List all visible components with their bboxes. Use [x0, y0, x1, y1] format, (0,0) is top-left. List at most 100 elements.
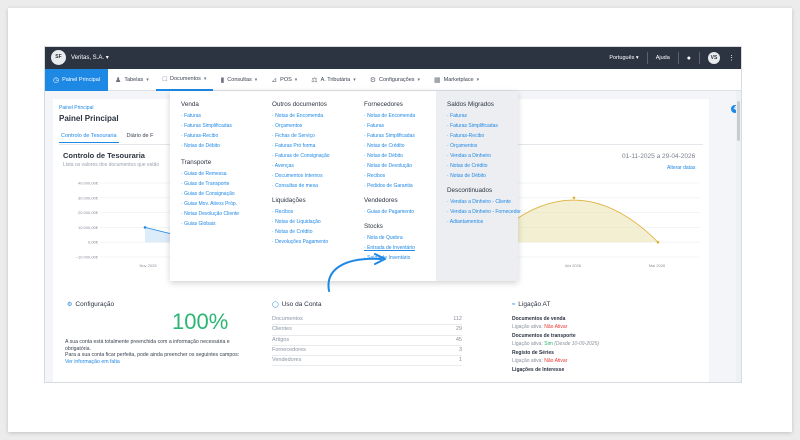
y-tick-label: 20.000,00€: [78, 210, 99, 215]
menu-item[interactable]: Avenças: [272, 161, 330, 171]
at-section-heading: Documentos de venda: [512, 316, 566, 322]
x-tick-label: Nov 2025: [139, 263, 157, 268]
gear-icon: ⚙: [67, 302, 73, 308]
ligacao-at-title: ≈ Ligação AT: [512, 301, 550, 308]
menu-item[interactable]: Notas de Encomenda: [272, 111, 330, 121]
menu-item[interactable]: Notas de Débito: [364, 151, 415, 161]
menu-item[interactable]: Devoluções Pagamento: [272, 237, 330, 247]
usage-row[interactable]: Clientes 29: [272, 325, 462, 336]
dropdown-col-outros: Outros documentos Notas de Encomenda Orç…: [272, 99, 330, 247]
menu-item[interactable]: Faturas-Recibo: [447, 131, 521, 141]
menu-item[interactable]: Faturas Simplificadas: [447, 121, 521, 131]
y-tick-label: 0,00€: [88, 240, 99, 245]
menu-heading: Vendedores: [364, 197, 398, 204]
dropdown-col-migrados: Saldos Migrados Faturas Faturas Simplifi…: [447, 99, 521, 227]
menu-item[interactable]: Nota de Quebra: [364, 233, 415, 243]
menu-item[interactable]: Fichas de Serviço: [272, 131, 330, 141]
config-text: A sua conta está totalmente preenchida c…: [65, 339, 245, 365]
at-status-line: Ligação ativa: Não Ativar: [512, 324, 662, 330]
dropdown-col-venda: Venda Faturas Faturas Simplificadas Fatu…: [181, 99, 239, 229]
menu-item[interactable]: Adiantamentos: [447, 217, 521, 227]
menu-item[interactable]: Recibos: [272, 207, 330, 217]
usage-label: Fornecedores: [272, 346, 306, 353]
usage-row[interactable]: Artigos 45: [272, 336, 462, 346]
menu-item[interactable]: Faturas de Consignação: [272, 151, 329, 161]
menu-heading: Fornecedores: [364, 101, 403, 108]
panel-title-label: Ligação AT: [518, 301, 551, 308]
data-point[interactable]: [143, 226, 147, 229]
config-text-1: A sua conta está totalmente preenchida c…: [65, 339, 230, 352]
x-tick-label: Abr 2026: [565, 263, 582, 268]
menu-item[interactable]: Guias de Remessa: [181, 169, 239, 179]
menu-item[interactable]: Faturas Simplificadas: [181, 121, 239, 131]
menu-item[interactable]: Guias de Pagamento: [364, 207, 415, 217]
at-status-line: Ligação ativa: Sim (Desde 10-09-2025): [512, 341, 662, 347]
menu-item[interactable]: Orçamentos: [272, 121, 330, 131]
menu-item[interactable]: Notas de Crédito: [447, 161, 521, 171]
usage-row[interactable]: Fornecedores 3: [272, 346, 462, 357]
menu-item[interactable]: Notas Devolução Cliente: [181, 209, 239, 219]
y-tick-label: 40.000,00€: [78, 181, 99, 186]
menu-item[interactable]: Recibos: [364, 171, 415, 181]
dropdown-col-fornecedores: Fornecedores Notas de Encomenda Faturas …: [364, 99, 415, 263]
at-section-heading: Registo de Séries: [512, 350, 554, 356]
usage-value: 3: [458, 346, 462, 353]
menu-item[interactable]: Guias Mov. Ativos Próp.: [181, 199, 239, 209]
at-status-list: Documentos de venda Ligação ativa: Não A…: [512, 313, 662, 373]
menu-item[interactable]: Notas de Débito: [181, 141, 239, 151]
globe-icon: ◯: [272, 302, 279, 308]
app-window: SF Veritas, S.A. ▾ Português ▾ Ajuda ● V…: [44, 46, 742, 383]
at-status-label: Ligação ativa:: [512, 341, 543, 347]
menu-item[interactable]: Vendas a Dinheiro: [447, 151, 521, 161]
menu-heading: Liquidações: [272, 197, 306, 204]
menu-heading: Descontinuados: [447, 187, 493, 194]
menu-item[interactable]: Faturas: [447, 111, 521, 121]
menu-item[interactable]: Faturas-Recibo: [181, 131, 239, 141]
menu-item[interactable]: Faturas: [364, 121, 415, 131]
menu-item[interactable]: Documentos Internos: [272, 171, 330, 181]
menu-item[interactable]: Guias de Consignação: [181, 189, 239, 199]
menu-item[interactable]: Vendas a Dinheiro - Cliente: [447, 197, 521, 207]
at-status-value: Sim: [544, 341, 553, 347]
at-status-label: Ligação ativa:: [512, 358, 543, 364]
menu-item[interactable]: Faturas Simplificadas: [364, 131, 415, 141]
activate-link[interactable]: Ativar: [555, 358, 568, 364]
usage-row[interactable]: Documentos 112: [272, 315, 462, 326]
menu-item[interactable]: Pedidos de Garantia: [364, 181, 415, 191]
menu-item[interactable]: Notas de Encomenda: [364, 111, 415, 121]
y-tick-label: 10.000,00€: [78, 225, 99, 230]
menu-item[interactable]: Notas de Crédito: [364, 141, 415, 151]
annotation-arrow-line: [327, 257, 382, 292]
data-point[interactable]: [572, 196, 576, 200]
data-point[interactable]: [656, 240, 660, 244]
menu-item[interactable]: Notas de Liquidação: [272, 217, 330, 227]
missing-info-link[interactable]: Ver informação em falta: [65, 359, 120, 365]
menu-item[interactable]: Orçamentos: [447, 141, 521, 151]
menu-heading: Transporte: [181, 159, 212, 166]
at-section-heading: Documentos de transporte: [512, 333, 576, 339]
config-percent: 100%: [172, 309, 229, 334]
vertical-scrollbar[interactable]: [736, 91, 741, 382]
usage-value: 45: [455, 336, 462, 343]
activate-link[interactable]: Ativar: [555, 324, 568, 330]
usage-list: Documentos 112 Clientes 29 Artigos 45 Forne…: [272, 315, 462, 367]
menu-item[interactable]: Guias Globais: [181, 219, 239, 229]
menu-item[interactable]: Faturas: [181, 111, 239, 121]
at-since: (Desde 10-09-2025): [554, 341, 600, 347]
y-tick-label: −10.000,00€: [76, 255, 99, 260]
panel-title-label: Configuração: [75, 301, 115, 308]
menu-item[interactable]: Guias de Transporte: [181, 179, 239, 189]
usage-label: Vendedores: [272, 357, 302, 364]
menu-item[interactable]: Notas de Devolução: [364, 161, 415, 171]
usage-value: 112: [453, 316, 462, 322]
configuracao-title: ⚙ Configuração: [67, 301, 114, 308]
usage-row[interactable]: Vendedores 1: [272, 356, 462, 367]
panel-title-label: Uso da Conta: [281, 301, 322, 308]
menu-item[interactable]: Faturas Pró forma: [272, 141, 330, 151]
menu-item[interactable]: Consultas de mesa: [272, 181, 330, 191]
x-tick-label: Mai 2026: [649, 263, 666, 268]
menu-item[interactable]: Vendas a Dinheiro - Fornecedor: [447, 207, 521, 217]
menu-item[interactable]: Notas de Débito: [447, 171, 521, 181]
menu-item[interactable]: Notas de Crédito: [272, 227, 330, 237]
scrollbar-thumb[interactable]: [737, 101, 740, 141]
